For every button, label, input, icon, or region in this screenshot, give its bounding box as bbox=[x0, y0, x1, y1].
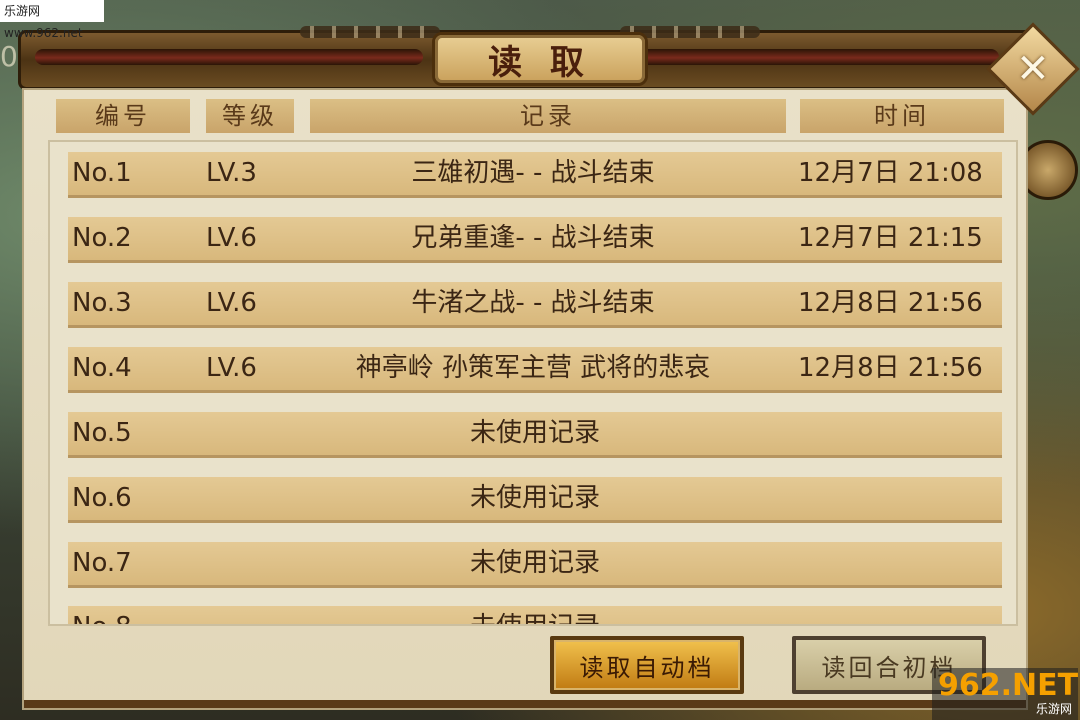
slot-time: 12月7日 21:15 bbox=[798, 223, 983, 253]
title-plate: 读 取 bbox=[432, 32, 648, 86]
slot-time: 12月8日 21:56 bbox=[798, 288, 983, 318]
slot-record: 三雄初遇- - 战斗结束 bbox=[411, 158, 655, 188]
slot-number: No.4 bbox=[72, 353, 132, 383]
chain-left-icon bbox=[300, 26, 440, 38]
header-time: 时间 bbox=[800, 99, 1004, 133]
header-record: 记录 bbox=[310, 99, 786, 133]
slot-level: LV.3 bbox=[206, 158, 257, 188]
slot-record: 未使用记录 bbox=[469, 548, 600, 578]
save-slot-row[interactable]: No.2 LV.6 兄弟重逢- - 战斗结束 12月7日 21:15 bbox=[68, 217, 1002, 263]
slot-level: LV.6 bbox=[206, 353, 257, 383]
save-slot-row[interactable]: No.7 未使用记录 bbox=[68, 542, 1002, 588]
save-slot-list[interactable]: No.1 LV.3 三雄初遇- - 战斗结束 12月7日 21:08 No.2 … bbox=[48, 140, 1018, 626]
header-groove-right bbox=[639, 49, 999, 65]
save-slot-row[interactable]: No.6 未使用记录 bbox=[68, 477, 1002, 523]
slot-time: 12月7日 21:08 bbox=[798, 158, 983, 188]
watermark-logo: 962.NET 乐游网 bbox=[932, 668, 1078, 720]
slot-record: 未使用记录 bbox=[469, 418, 600, 448]
slot-level: LV.6 bbox=[206, 223, 257, 253]
slot-record: 牛渚之战- - 战斗结束 bbox=[411, 288, 655, 318]
header-number: 编号 bbox=[56, 99, 190, 133]
header-level: 等级 bbox=[206, 99, 294, 133]
slot-number: No.3 bbox=[72, 288, 132, 318]
slot-record: 未使用记录 bbox=[469, 483, 600, 513]
panel-bottom-band bbox=[24, 700, 1026, 708]
watermark-brand: 962.NET bbox=[938, 668, 1079, 703]
close-icon: ✕ bbox=[1016, 45, 1050, 92]
save-slot-row[interactable]: No.8 未使用记录 bbox=[68, 606, 1002, 624]
header-groove-left bbox=[35, 49, 423, 65]
save-slot-row[interactable]: No.3 LV.6 牛渚之战- - 战斗结束 12月8日 21:56 bbox=[68, 282, 1002, 328]
slot-time: 12月8日 21:56 bbox=[798, 353, 983, 383]
slot-number: No.1 bbox=[72, 158, 132, 188]
slot-level: LV.6 bbox=[206, 288, 257, 318]
slot-record: 兄弟重逢- - 战斗结束 bbox=[411, 223, 655, 253]
watermark-sub: 乐游网 bbox=[1035, 702, 1072, 716]
watermark-top: 乐游网 www.962.net bbox=[0, 0, 104, 40]
load-auto-save-button[interactable]: 读取自动档 bbox=[550, 636, 744, 694]
save-slot-row[interactable]: No.1 LV.3 三雄初遇- - 战斗结束 12月7日 21:08 bbox=[68, 152, 1002, 198]
dialog-title: 读 取 bbox=[488, 42, 592, 83]
save-slot-row[interactable]: No.5 未使用记录 bbox=[68, 412, 1002, 458]
slot-record: 神亭岭 孙策军主营 武将的悲哀 bbox=[355, 353, 711, 383]
slot-record: 未使用记录 bbox=[68, 606, 1002, 624]
slot-number: No.2 bbox=[72, 223, 132, 253]
background-decoration: 0 bbox=[0, 40, 18, 73]
save-slot-row[interactable]: No.4 LV.6 神亭岭 孙策军主营 武将的悲哀 12月8日 21:56 bbox=[68, 347, 1002, 393]
